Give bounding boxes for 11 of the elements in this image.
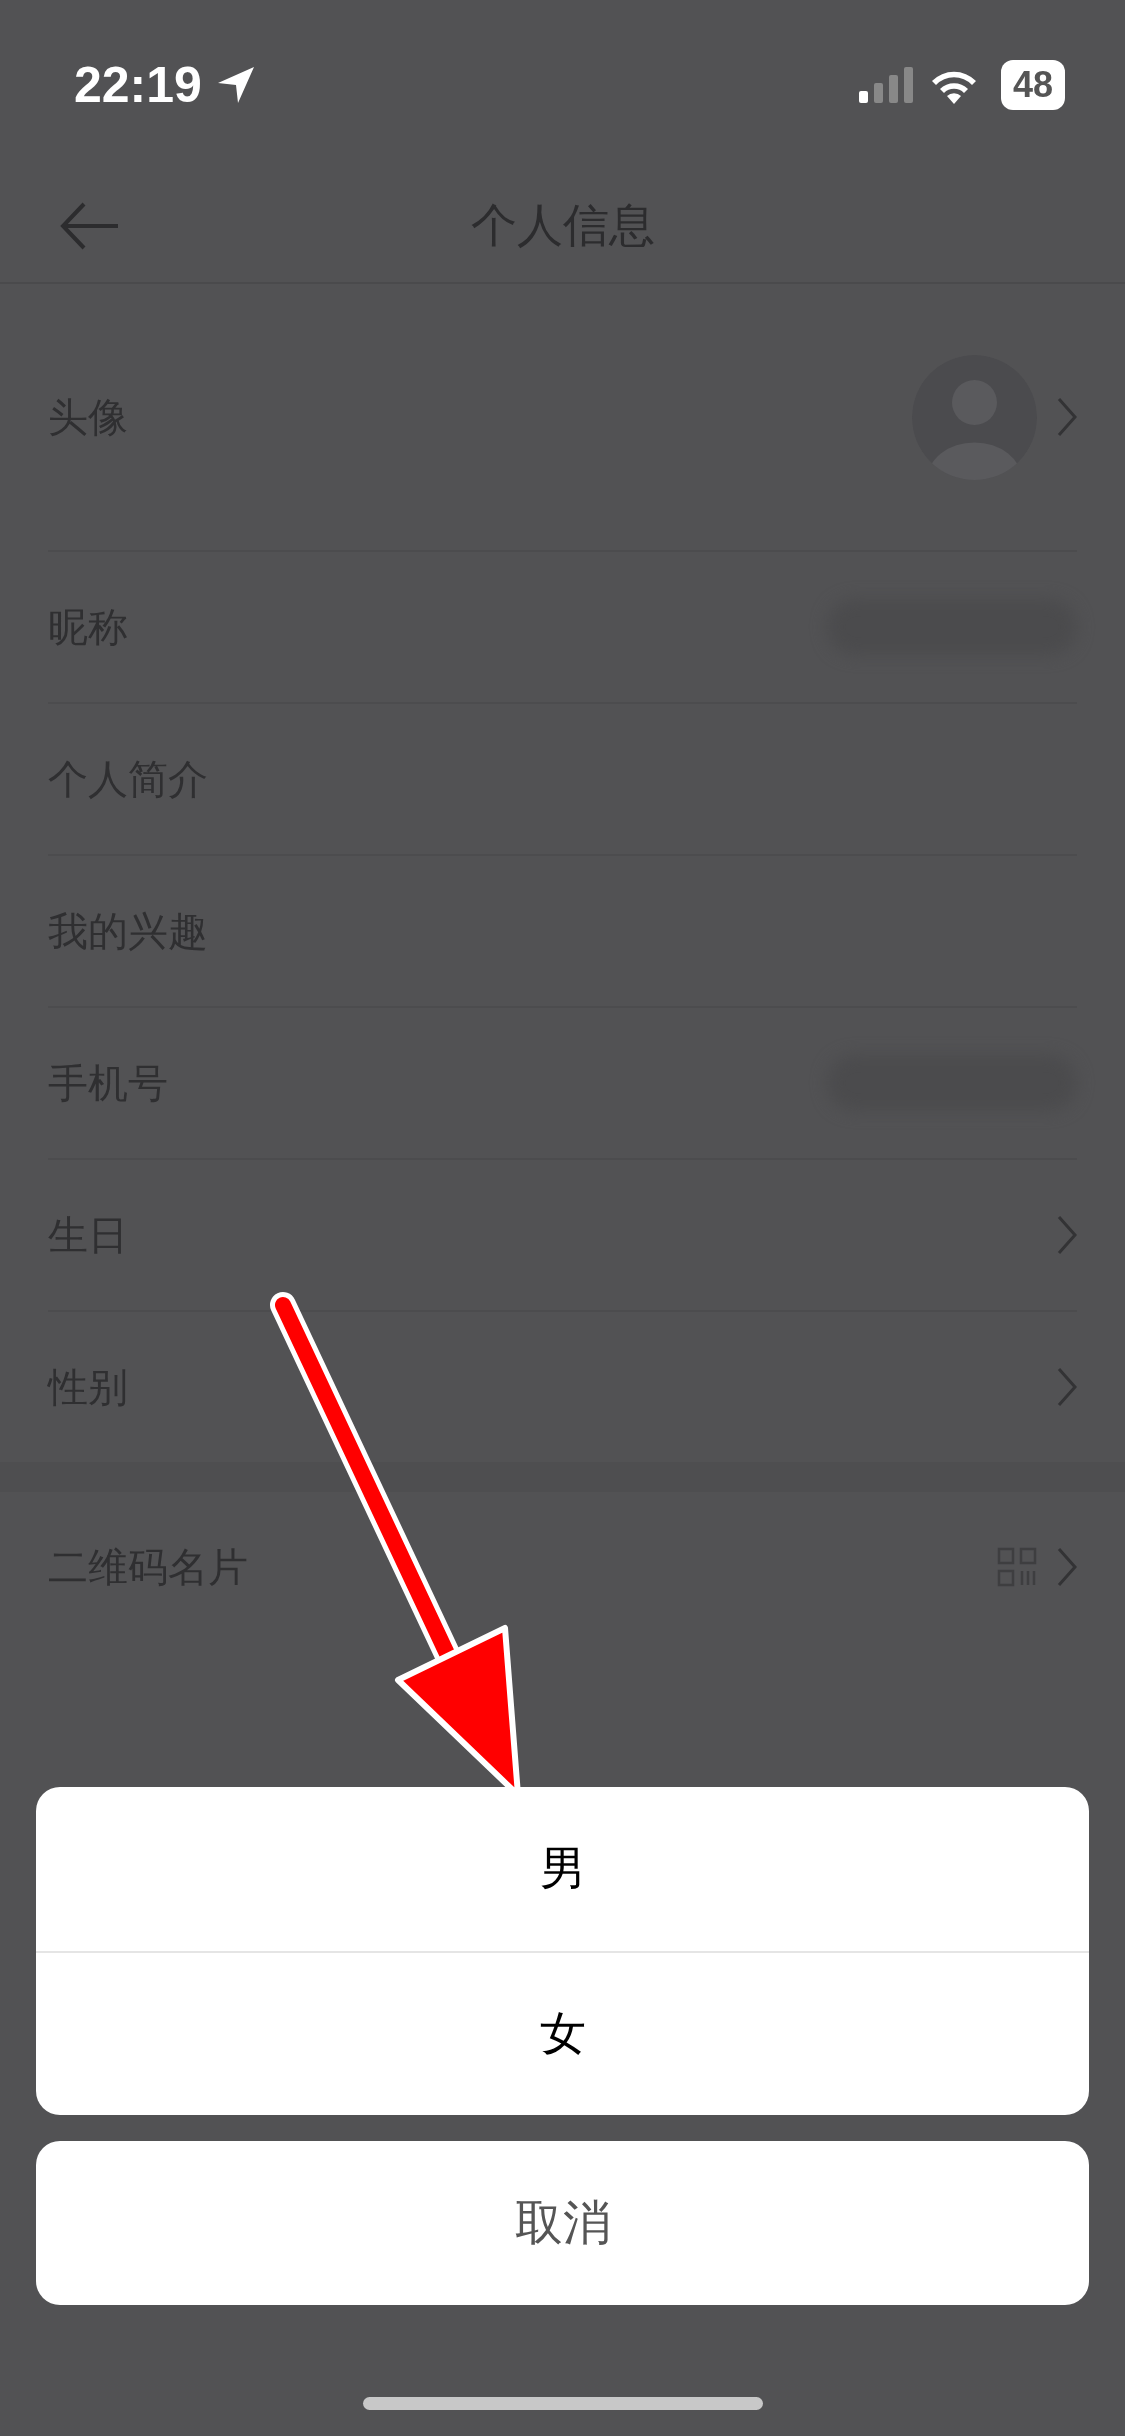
option-button[interactable]: 男 xyxy=(36,1787,1089,1951)
chevron-right-icon xyxy=(1057,397,1077,437)
signal-icon xyxy=(858,67,915,103)
battery-indicator: 48 xyxy=(1000,60,1065,110)
chevron-right-icon xyxy=(1057,1547,1077,1587)
status-time: 22:19 xyxy=(74,56,202,114)
cancel-button[interactable]: 取消 xyxy=(36,2141,1089,2305)
option-button[interactable]: 女 xyxy=(36,1951,1089,2115)
chevron-right-icon xyxy=(1057,1215,1077,1255)
back-arrow-icon[interactable] xyxy=(60,201,120,251)
chevron-right-icon xyxy=(1057,1367,1077,1407)
